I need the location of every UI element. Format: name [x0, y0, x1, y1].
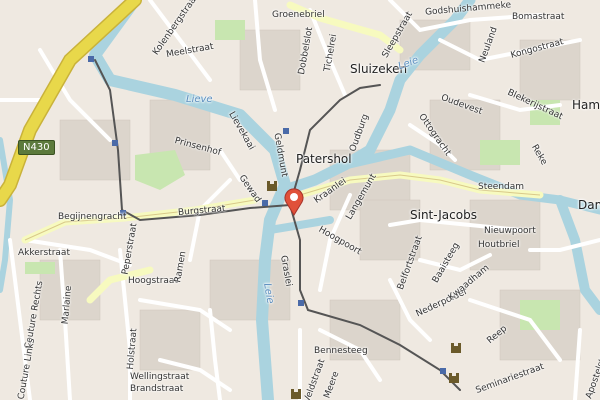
- castle-icon: [291, 389, 301, 399]
- road-shield-n430: N430: [18, 140, 55, 155]
- castle-icon: [267, 181, 277, 191]
- castle-icon: [449, 373, 459, 383]
- map-view[interactable]: N430 Patershol Sluizeken Sint-Jacobs Ham…: [0, 0, 600, 400]
- location-pin-icon[interactable]: [283, 186, 305, 216]
- castle-icon: [451, 343, 461, 353]
